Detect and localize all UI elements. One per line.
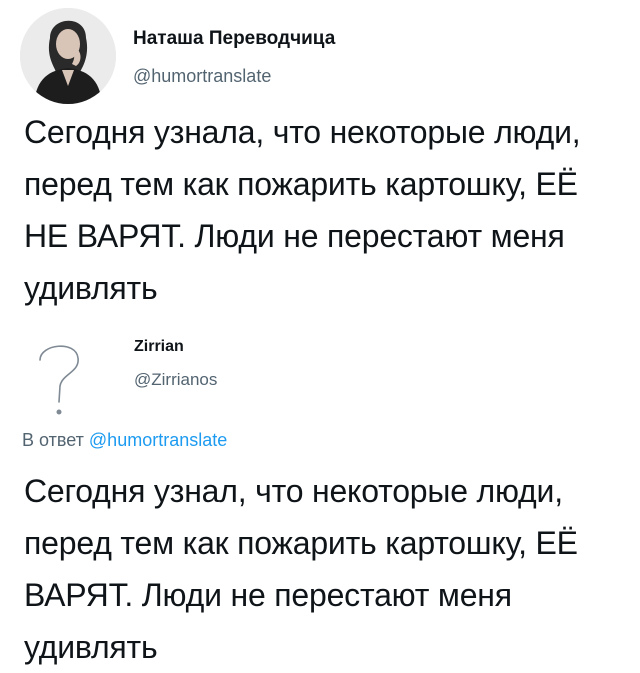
reply-context: В ответ @humortranslate [22, 430, 227, 451]
question-mark-avatar-icon [39, 345, 79, 415]
user-photo-avatar-icon [20, 8, 116, 104]
author-handle[interactable]: @Zirrianos [134, 370, 217, 390]
avatar[interactable] [20, 8, 116, 104]
author-name[interactable]: Zirrian [134, 338, 184, 356]
reply-prefix: В ответ [22, 430, 84, 450]
tweet-text: Сегодня узнала, что некоторые люди, пере… [24, 114, 581, 306]
author-handle[interactable]: @humortranslate [133, 66, 271, 87]
tweet-reply[interactable]: Zirrian @Zirrianos В ответ @humortransla… [0, 318, 640, 665]
author-name[interactable]: Наташа Переводчица [133, 28, 335, 50]
reply-mention-link[interactable]: @humortranslate [89, 430, 227, 450]
avatar[interactable] [24, 336, 94, 416]
tweet-original[interactable]: Наташа Переводчица @humortranslate Сегод… [0, 0, 640, 318]
tweet-text: Сегодня узнал, что некоторые люди, перед… [24, 473, 578, 665]
